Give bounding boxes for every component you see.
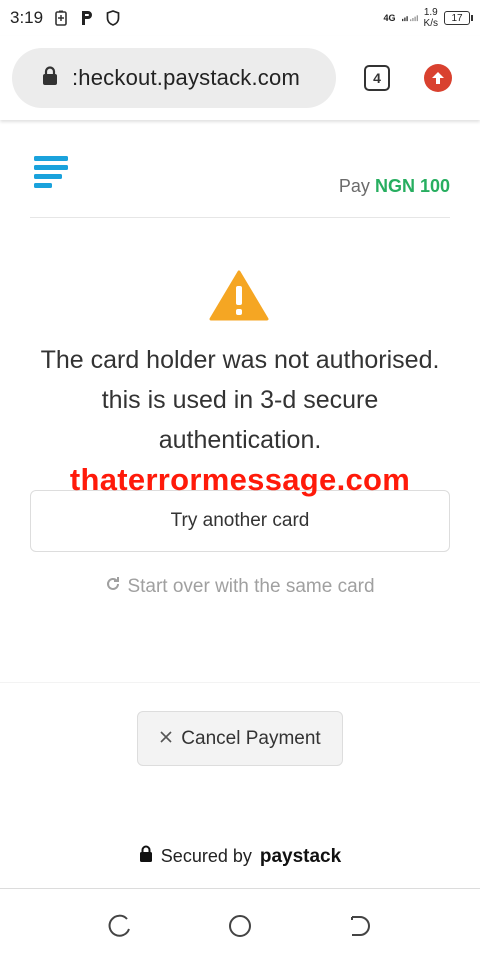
refresh-icon [105,576,121,598]
recent-apps-icon[interactable] [107,913,133,939]
cancel-payment-button[interactable]: Cancel Payment [137,711,343,766]
amount-value: NGN 100 [374,176,450,196]
shield-icon [105,10,121,26]
start-over-link[interactable]: Start over with the same card [0,576,480,598]
network-speed-value: 1.9 [423,7,438,18]
status-bar: 3:19 4G 1.9 K/s 17 [0,0,480,36]
secured-by-footer: Secured by paystack [0,845,480,868]
network-type-label: 4G [383,13,396,23]
try-another-card-button[interactable]: Try another card [30,490,450,552]
paystack-brand: paystack [259,845,342,867]
battery-icon: 17 [444,11,473,25]
upload-icon[interactable] [424,64,452,92]
payment-amount: Pay NGN 100 [339,176,450,197]
tab-switcher-button[interactable]: 4 [364,65,390,91]
status-time: 3:19 [10,8,44,27]
secured-by-label: Secured by [160,846,252,866]
back-icon[interactable] [347,913,373,939]
home-icon[interactable] [227,913,253,939]
close-icon [159,728,173,750]
paypal-icon [79,10,95,26]
url-text: :heckout.paystack.com [72,65,300,90]
battery-level: 17 [451,12,463,24]
padlock-icon [139,845,153,868]
pay-label: Pay [338,176,370,196]
network-speed-unit: K/s [423,18,438,29]
section-divider [0,682,480,683]
battery-saver-icon [53,10,69,26]
start-over-label: Start over with the same card [127,576,375,597]
address-bar[interactable]: :heckout.paystack.com [12,48,336,108]
signal-icon [401,10,418,26]
checkout-header: Pay NGN 100 [30,150,450,218]
cancel-payment-label: Cancel Payment [181,727,321,749]
network-speed: 1.9 K/s [424,7,438,29]
browser-toolbar: :heckout.paystack.com 4 [0,36,480,120]
error-message: The card holder was not authorised. this… [40,346,440,454]
tab-count-label: 4 [373,70,381,86]
watermark-text: thaterrormessage.com [69,462,411,497]
lock-icon [42,65,58,91]
paystack-logo [34,156,70,190]
system-nav-bar [0,888,480,960]
warning-icon [209,270,269,322]
try-another-card-label: Try another card [170,510,310,531]
